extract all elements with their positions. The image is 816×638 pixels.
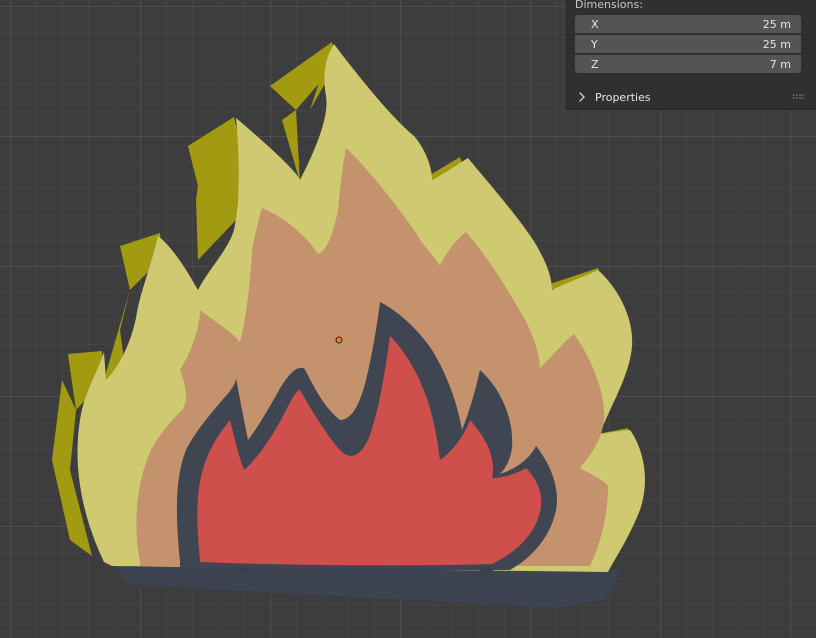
dimension-y-label: Y xyxy=(591,37,598,51)
dimension-y-value: 25 m xyxy=(762,37,791,51)
dimension-z-label: Z xyxy=(591,57,599,71)
dimension-z-field[interactable]: Z 7 m xyxy=(575,55,801,73)
sidebar-panel: Dimensions: X 25 m Y 25 m Z 7 m Properti… xyxy=(566,0,816,110)
properties-panel-header[interactable]: Properties xyxy=(567,87,816,107)
dimension-x-value: 25 m xyxy=(762,17,791,31)
drag-grip-icon[interactable] xyxy=(793,94,805,100)
dimensions-heading: Dimensions: xyxy=(575,0,643,11)
object-origin-icon xyxy=(335,336,343,344)
dimension-x-label: X xyxy=(591,17,599,31)
dimension-x-field[interactable]: X 25 m xyxy=(575,15,801,33)
properties-label: Properties xyxy=(595,90,651,104)
dimension-y-field[interactable]: Y 25 m xyxy=(575,35,801,53)
dimension-z-value: 7 m xyxy=(769,57,791,71)
chevron-right-icon xyxy=(579,92,585,102)
